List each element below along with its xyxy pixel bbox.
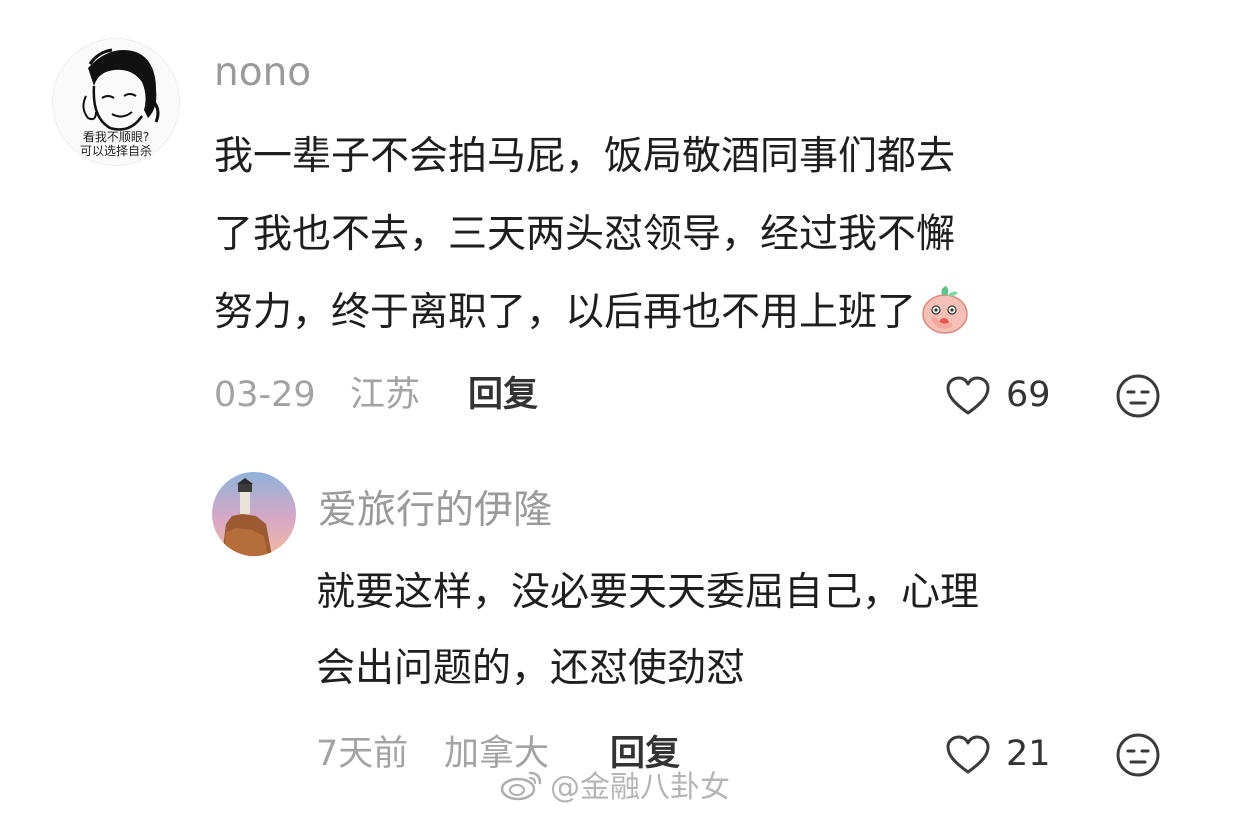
reply-text-line: 就要这样，没必要天天委屈自己，心理 [316,570,980,615]
avatar-caption-line1: 看我不顺眼? [82,130,150,144]
comment-location: 江苏 [350,375,421,415]
comment-text-line: 我一辈子不会拍马屁，饭局敬酒同事们都去 [214,134,956,179]
avatar-caption-line2: 可以选择自杀 [79,144,152,158]
replier-avatar[interactable] [212,472,296,556]
peach-face-emoji-icon [922,286,968,334]
reply-text-line: 会出问题的，还怼使劲怼 [316,646,746,691]
reply-dislike-button[interactable] [1114,731,1162,779]
comment-date: 03-29 [214,375,316,415]
watermark-text: @金融八卦女 [550,770,730,805]
comment-text-line: 了我也不去，三天两头怼领导，经过我不懈 [214,212,956,257]
reply-date: 7天前 [316,734,409,774]
like-button[interactable] [944,372,992,420]
lighthouse-photo-icon [212,472,296,556]
reply-like-button[interactable] [944,731,992,779]
meh-face-icon [1116,733,1160,777]
comment-text-line-with-emoji: 努力，终于离职了，以后再也不用上班了 [214,274,970,352]
like-count: 69 [1006,375,1051,415]
reply-button[interactable]: 回复 [468,373,538,417]
heart-icon [946,376,990,415]
dislike-button[interactable] [1114,372,1162,420]
reply-like-count: 21 [1006,734,1051,774]
meh-face-icon [1116,374,1160,418]
commenter-username[interactable]: nono [214,50,311,96]
heart-icon [946,735,990,774]
replier-username[interactable]: 爱旅行的伊隆 [318,488,552,534]
commenter-avatar[interactable]: 看我不顺眼? 可以选择自杀 [52,38,180,166]
weibo-logo-icon [500,771,542,801]
comment-text-line: 努力，终于离职了，以后再也不用上班了 [214,290,917,335]
watermark: @金融八卦女 [500,762,730,806]
